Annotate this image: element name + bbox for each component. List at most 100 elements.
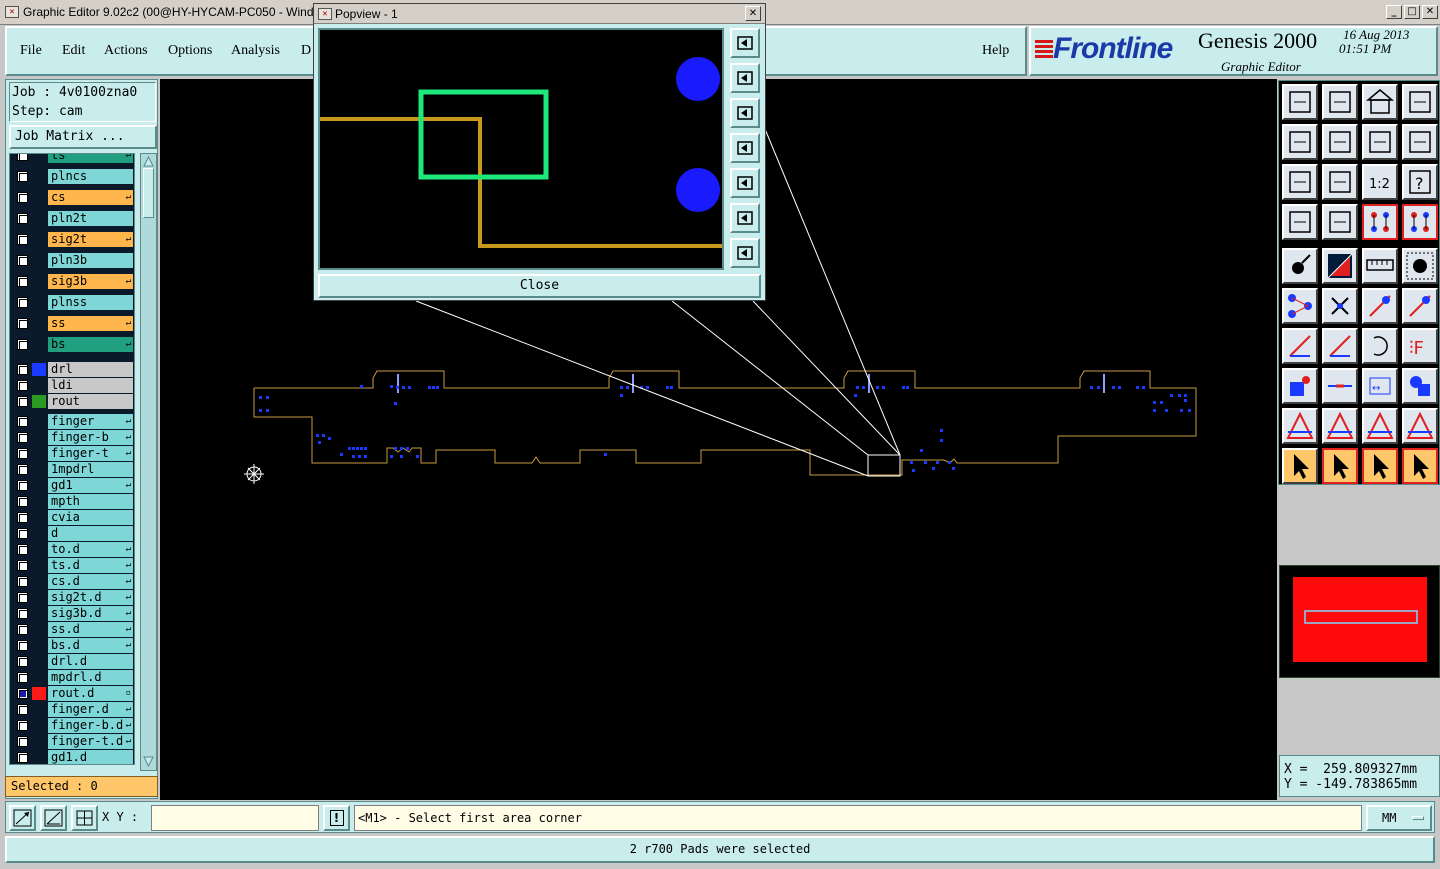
tool-button[interactable]	[1282, 164, 1318, 200]
layer-checkbox[interactable]	[17, 255, 28, 266]
layer-row[interactable]: ss.d ↵	[10, 622, 134, 637]
layer-name[interactable]: finger-b.d ↵	[48, 718, 133, 733]
scroll-up-icon[interactable]	[143, 156, 154, 167]
layer-checkbox[interactable]	[17, 432, 28, 443]
tool-button[interactable]	[1402, 204, 1438, 240]
layer-name[interactable]: pln3b	[48, 253, 133, 268]
layer-name[interactable]: 1mpdrl	[48, 462, 133, 477]
scroll-down-icon[interactable]	[143, 756, 154, 767]
tool-button[interactable]: ?	[1402, 164, 1438, 200]
job-matrix-button[interactable]: Job Matrix ...	[9, 125, 157, 149]
tool-button[interactable]	[1362, 248, 1398, 284]
layer-row[interactable]: gd1 ↵	[10, 478, 134, 493]
layer-row[interactable]: 1mpdrl	[10, 462, 134, 477]
layer-name[interactable]: bs ↵	[48, 337, 133, 352]
layer-row[interactable]: ts ↵	[10, 154, 134, 163]
layer-name[interactable]: drl	[48, 362, 133, 377]
layer-checkbox[interactable]	[17, 656, 28, 667]
layer-checkbox[interactable]	[17, 704, 28, 715]
layer-row[interactable]: finger-t.d ↵	[10, 734, 134, 749]
layer-checkbox[interactable]	[17, 448, 28, 459]
popview-tool-button[interactable]	[730, 28, 760, 58]
tool-button[interactable]	[1282, 124, 1318, 160]
menu-edit[interactable]: Edit	[62, 43, 85, 59]
layer-name[interactable]: sig2t ↵	[48, 232, 133, 247]
tool-button[interactable]	[1322, 248, 1358, 284]
layer-row[interactable]: plnss	[10, 295, 134, 310]
layer-name[interactable]: finger.d ↵	[48, 702, 133, 717]
tool-button[interactable]	[1282, 408, 1318, 444]
menu-actions[interactable]: Actions	[104, 43, 148, 59]
grid-button[interactable]	[71, 805, 98, 831]
layer-name[interactable]: d	[48, 526, 133, 541]
tool-button[interactable]	[1402, 84, 1438, 120]
popview-tool-button[interactable]	[730, 238, 760, 268]
layer-checkbox[interactable]	[17, 688, 28, 699]
layer-row[interactable]: mpth	[10, 494, 134, 509]
popview-close-button[interactable]: Close	[318, 274, 761, 298]
tool-button[interactable]	[1362, 124, 1398, 160]
popview-tool-button[interactable]	[730, 98, 760, 128]
layer-row[interactable]: bs.d ↵	[10, 638, 134, 653]
layer-name[interactable]: ldi	[48, 378, 133, 393]
tool-button[interactable]	[1322, 408, 1358, 444]
layer-checkbox[interactable]	[17, 364, 28, 375]
menu-options[interactable]: Options	[168, 43, 212, 59]
tool-button[interactable]	[1322, 328, 1358, 364]
tool-button[interactable]	[1282, 204, 1318, 240]
layer-checkbox[interactable]	[17, 624, 28, 635]
layer-checkbox[interactable]	[17, 560, 28, 571]
tool-button[interactable]	[1322, 288, 1358, 324]
layer-checkbox[interactable]	[17, 396, 28, 407]
layer-checkbox[interactable]	[17, 576, 28, 587]
layer-row[interactable]: ss ↵	[10, 316, 134, 331]
layer-checkbox[interactable]	[17, 528, 28, 539]
tool-button[interactable]	[1402, 124, 1438, 160]
layer-name[interactable]: plnss	[48, 295, 133, 310]
tool-button[interactable]	[1282, 84, 1318, 120]
layer-row[interactable]: drl	[10, 362, 134, 377]
tool-button[interactable]	[1322, 164, 1358, 200]
tool-button[interactable]: ⫶F	[1402, 328, 1438, 364]
layer-name[interactable]: mpdrl.d	[48, 670, 133, 685]
layer-name[interactable]: ss.d ↵	[48, 622, 133, 637]
popview-titlebar[interactable]: ✕ Popview - 1 ✕	[314, 4, 765, 24]
tool-button[interactable]	[1402, 448, 1438, 484]
layer-row[interactable]: plncs	[10, 169, 134, 184]
tool-button[interactable]	[1282, 368, 1318, 404]
tool-button[interactable]	[1362, 288, 1398, 324]
layer-name[interactable]: bs.d ↵	[48, 638, 133, 653]
layer-checkbox[interactable]	[17, 297, 28, 308]
layer-name[interactable]: cvia	[48, 510, 133, 525]
layer-checkbox[interactable]	[17, 416, 28, 427]
menu-d[interactable]: D	[301, 43, 311, 59]
popview-tool-button[interactable]	[730, 168, 760, 198]
tool-button[interactable]	[1362, 204, 1398, 240]
layer-checkbox[interactable]	[17, 192, 28, 203]
layer-row[interactable]: to.d ↵	[10, 542, 134, 557]
snap-mode-button[interactable]	[9, 805, 36, 831]
layer-name[interactable]: gd1 ↵	[48, 478, 133, 493]
scroll-thumb[interactable]	[143, 168, 154, 218]
popview-canvas[interactable]	[318, 28, 724, 270]
layer-checkbox[interactable]	[17, 672, 28, 683]
popview-tool-button[interactable]	[730, 203, 760, 233]
layer-row[interactable]: finger ↵	[10, 414, 134, 429]
unit-selector[interactable]: MM	[1366, 805, 1432, 831]
popview-tool-button[interactable]	[730, 133, 760, 163]
layer-row[interactable]: rout	[10, 394, 134, 409]
layer-row[interactable]: sig3b.d ↵	[10, 606, 134, 621]
info-button[interactable]: !	[323, 805, 350, 831]
layer-name[interactable]: sig3b ↵	[48, 274, 133, 289]
layer-name[interactable]: rout	[48, 394, 133, 409]
tool-button[interactable]	[1322, 204, 1358, 240]
layer-row[interactable]: finger-t ↵	[10, 446, 134, 461]
layer-name[interactable]: ts ↵	[48, 154, 133, 163]
layer-row[interactable]: drl.d	[10, 654, 134, 669]
layer-row[interactable]: sig2t ↵	[10, 232, 134, 247]
layer-row[interactable]: cvia	[10, 510, 134, 525]
layer-checkbox[interactable]	[17, 640, 28, 651]
layer-row[interactable]: pln2t	[10, 211, 134, 226]
layer-checkbox[interactable]	[17, 752, 28, 763]
layer-scrollbar[interactable]	[140, 153, 157, 771]
